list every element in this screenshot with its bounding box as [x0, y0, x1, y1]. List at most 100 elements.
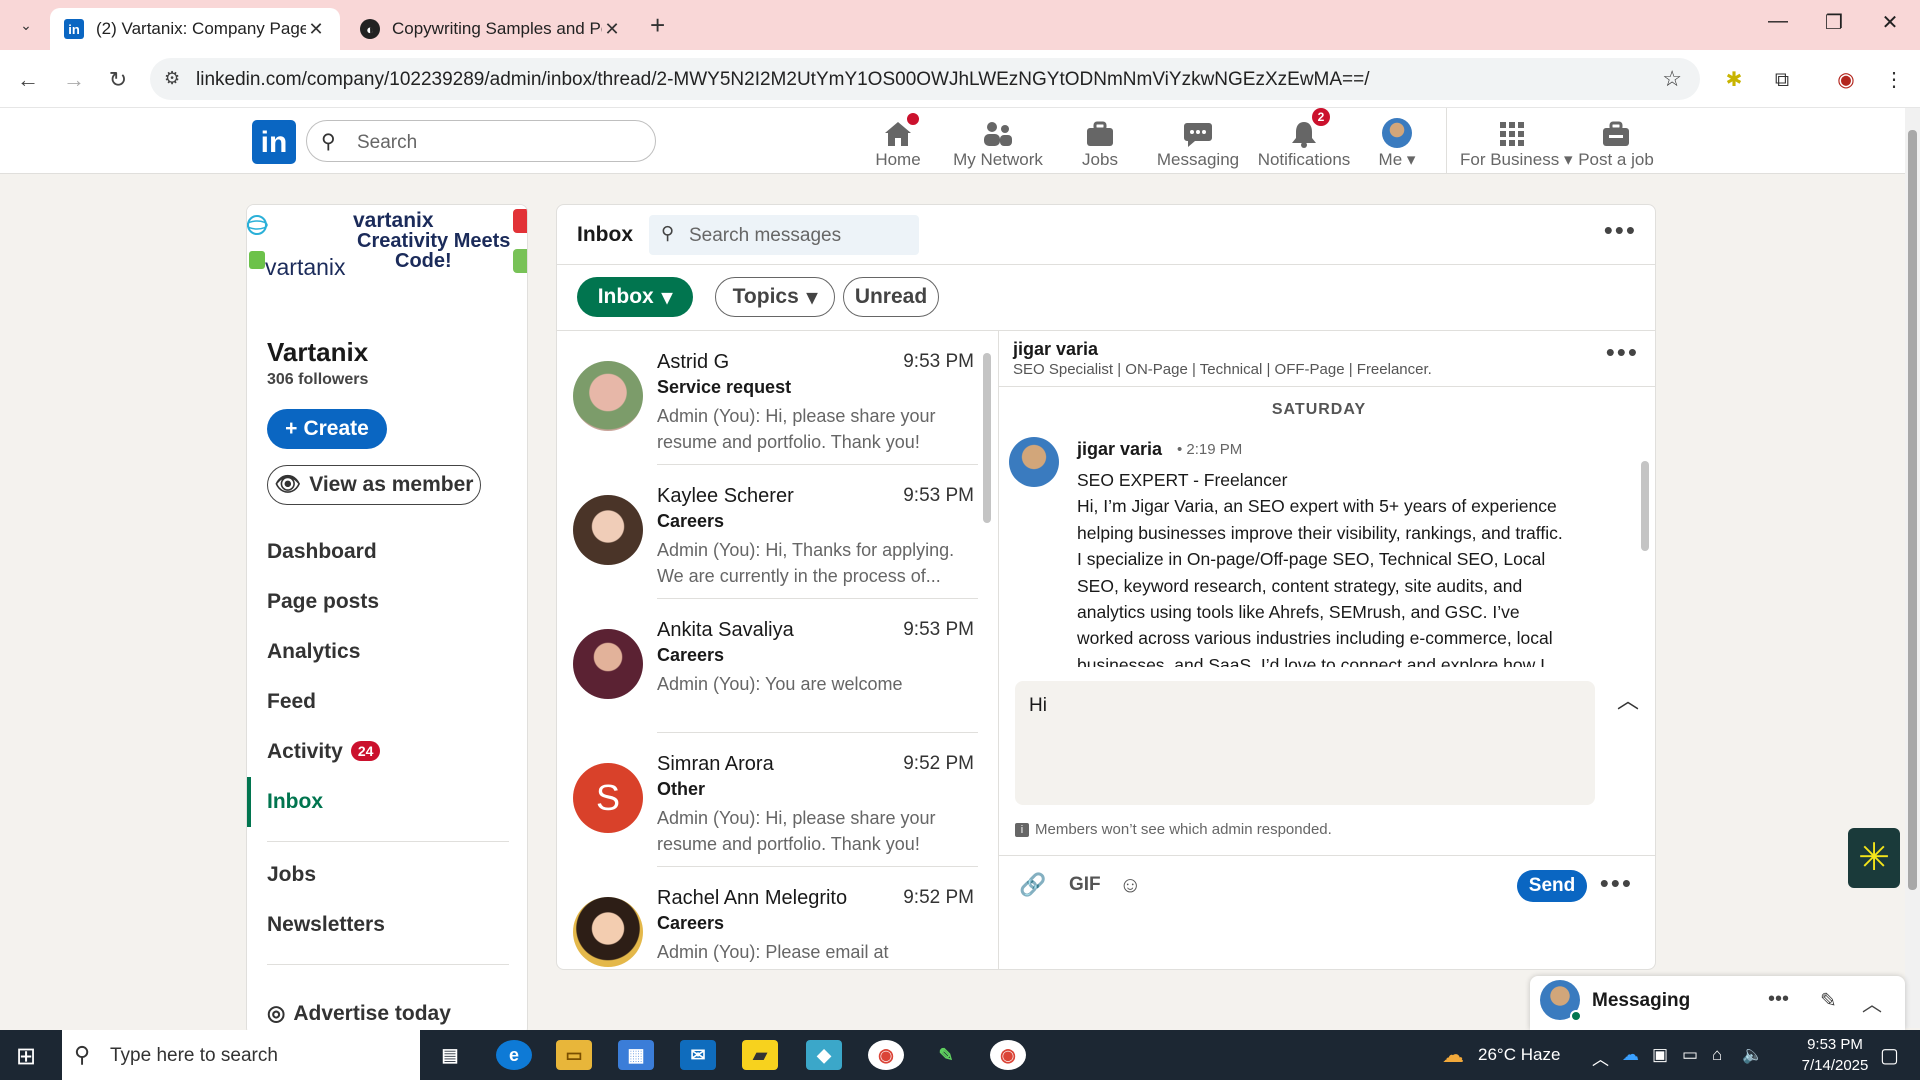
- extensions-puzzle-icon[interactable]: ⧉: [1766, 64, 1798, 96]
- topics-filter-dropdown[interactable]: Topics ▾: [715, 277, 835, 317]
- nav-newsletters[interactable]: Newsletters: [267, 900, 509, 950]
- create-button[interactable]: + Create: [267, 409, 387, 449]
- weather-text[interactable]: 26°C Haze: [1478, 1045, 1560, 1065]
- tray-chevron-up-icon[interactable]: ︿: [1592, 1045, 1609, 1070]
- extension-icon[interactable]: ✱: [1718, 64, 1750, 96]
- conversation-item[interactable]: Rachel Ann Melegrito 9:52 PM Careers Adm…: [557, 867, 998, 969]
- notification-center-icon[interactable]: ▢: [1880, 1043, 1899, 1068]
- pycharm-icon[interactable]: ✎: [928, 1040, 964, 1070]
- nav-home[interactable]: Home: [868, 110, 928, 174]
- bookmark-star-icon[interactable]: ☆: [1662, 66, 1682, 92]
- nav-jobs[interactable]: Jobs: [267, 850, 509, 900]
- forward-icon[interactable]: →: [58, 64, 90, 96]
- send-button[interactable]: Send: [1517, 870, 1587, 902]
- store-icon[interactable]: ▦: [618, 1040, 654, 1070]
- tab-copywriting[interactable]: ◐ Copywriting Samples and Portfo ✕: [346, 8, 636, 50]
- inbox-more-icon[interactable]: •••: [1604, 215, 1637, 246]
- unread-filter[interactable]: Unread: [843, 277, 939, 317]
- emoji-icon[interactable]: ☺: [1119, 872, 1141, 898]
- windows-start-icon[interactable]: ⊞: [16, 1042, 36, 1071]
- nav-dashboard[interactable]: Dashboard: [267, 527, 509, 577]
- conversation-item[interactable]: S Simran Arora 9:52 PM Other Admin (You)…: [557, 733, 998, 867]
- back-icon[interactable]: ←: [12, 64, 44, 96]
- more-options-icon[interactable]: •••: [1768, 988, 1789, 1011]
- view-as-member-button[interactable]: 👁 View as member: [267, 465, 481, 505]
- edge-icon[interactable]: e: [496, 1040, 532, 1070]
- sticky-notes-icon[interactable]: ▰: [742, 1040, 778, 1070]
- nav-label: Post a job: [1578, 150, 1654, 169]
- activity-count-badge: 24: [350, 741, 381, 761]
- thread-more-icon[interactable]: •••: [1606, 337, 1639, 368]
- conversation-list-scrollbar[interactable]: [983, 353, 991, 523]
- chevron-up-icon[interactable]: ︿: [1862, 988, 1882, 1017]
- nav-analytics[interactable]: Analytics: [267, 627, 509, 677]
- linkedin-logo[interactable]: in: [252, 120, 296, 164]
- compose-text[interactable]: Hi: [1029, 695, 1047, 717]
- caret-down-icon: ▾: [661, 285, 673, 309]
- volume-icon[interactable]: 🔈: [1742, 1045, 1763, 1065]
- nav-notifications[interactable]: 2 Notifications: [1254, 108, 1354, 174]
- message-sender[interactable]: jigar varia: [1077, 439, 1162, 460]
- tab-linkedin[interactable]: in (2) Vartanix: Company Page Ad ✕: [50, 8, 340, 50]
- compose-message-icon[interactable]: ✎: [1820, 988, 1837, 1013]
- conversation-item[interactable]: Astrid G 9:53 PM Service request Admin (…: [557, 331, 998, 465]
- browser-menu-icon[interactable]: ⋮: [1878, 64, 1910, 96]
- nav-post-a-job[interactable]: Post a job: [1576, 116, 1656, 174]
- thread-scrollbar[interactable]: [1641, 461, 1649, 551]
- minimize-icon[interactable]: —: [1758, 10, 1798, 33]
- nav-jobs[interactable]: Jobs: [1070, 116, 1130, 174]
- task-view-icon[interactable]: ▤: [432, 1040, 468, 1070]
- gif-button[interactable]: GIF: [1069, 874, 1101, 896]
- nav-my-network[interactable]: My Network: [952, 116, 1044, 174]
- message-compose-field[interactable]: Hi: [1015, 681, 1595, 805]
- inbox-filter-dropdown[interactable]: Inbox ▾: [577, 277, 693, 317]
- reload-icon[interactable]: ↻: [102, 64, 134, 96]
- conversation-item[interactable]: Kaylee Scherer 9:53 PM Careers Admin (Yo…: [557, 465, 998, 599]
- attach-icon[interactable]: 🔗: [1019, 872, 1046, 898]
- profile-icon[interactable]: ◉: [1830, 64, 1862, 96]
- site-info-icon[interactable]: ⚙: [164, 68, 180, 89]
- company-name[interactable]: Vartanix: [267, 337, 368, 368]
- nav-me[interactable]: Me ▾: [1370, 116, 1424, 174]
- nav-for-business[interactable]: For Business ▾: [1460, 116, 1572, 174]
- tab-search-button[interactable]: ⌄: [10, 12, 42, 38]
- onedrive-icon[interactable]: ☁: [1622, 1045, 1639, 1065]
- chrome-icon[interactable]: ◉: [868, 1040, 904, 1070]
- nav-feed[interactable]: Feed: [267, 677, 509, 727]
- thread-contact-name[interactable]: jigar varia: [1013, 339, 1098, 360]
- close-window-icon[interactable]: ✕: [1870, 10, 1910, 35]
- avatar[interactable]: [1009, 437, 1059, 487]
- taskbar-search-input[interactable]: ⚲ Type here to search: [62, 1030, 420, 1080]
- scrollbar-thumb[interactable]: [1908, 130, 1917, 890]
- avatar: S: [573, 763, 643, 833]
- send-options-icon[interactable]: •••: [1600, 868, 1633, 899]
- assistant-widget-icon[interactable]: ✳: [1848, 828, 1900, 888]
- file-explorer-icon[interactable]: ▭: [556, 1040, 592, 1070]
- global-search-input[interactable]: ⚲ Search: [306, 120, 656, 162]
- nav-activity[interactable]: Activity 24: [267, 727, 509, 777]
- message-search-input[interactable]: ⚲ Search messages: [649, 215, 919, 255]
- address-bar[interactable]: ⚙ linkedin.com/company/102239289/admin/i…: [150, 58, 1700, 100]
- new-tab-button[interactable]: +: [650, 10, 665, 41]
- mail-icon[interactable]: ✉: [680, 1040, 716, 1070]
- close-tab-icon[interactable]: ✕: [602, 19, 622, 40]
- system-clock[interactable]: 9:53 PM 7/14/2025: [1790, 1034, 1880, 1076]
- url-text[interactable]: linkedin.com/company/102239289/admin/inb…: [196, 69, 1370, 91]
- tray-app-icon[interactable]: ▣: [1652, 1045, 1668, 1065]
- restore-icon[interactable]: ❐: [1814, 10, 1854, 35]
- conversation-name: Kaylee Scherer: [657, 485, 794, 507]
- chrome-icon[interactable]: ◉: [990, 1040, 1026, 1070]
- nav-inbox[interactable]: Inbox: [247, 777, 509, 827]
- network-icon[interactable]: ⌂: [1712, 1045, 1722, 1065]
- battery-icon[interactable]: ▭: [1682, 1045, 1698, 1065]
- plus-icon: +: [285, 417, 298, 440]
- messaging-overlay[interactable]: Messaging ••• ✎ ︿: [1530, 976, 1905, 1030]
- app-icon[interactable]: ◆: [806, 1040, 842, 1070]
- advertise-link[interactable]: ◎ Advertise today: [267, 1001, 451, 1026]
- nav-page-posts[interactable]: Page posts: [267, 577, 509, 627]
- page-scrollbar[interactable]: [1905, 108, 1920, 1028]
- close-tab-icon[interactable]: ✕: [306, 19, 326, 40]
- nav-messaging[interactable]: Messaging: [1156, 116, 1240, 174]
- conversation-item[interactable]: Ankita Savaliya 9:53 PM Careers Admin (Y…: [557, 599, 998, 733]
- expand-compose-icon[interactable]: ︿: [1617, 683, 1639, 715]
